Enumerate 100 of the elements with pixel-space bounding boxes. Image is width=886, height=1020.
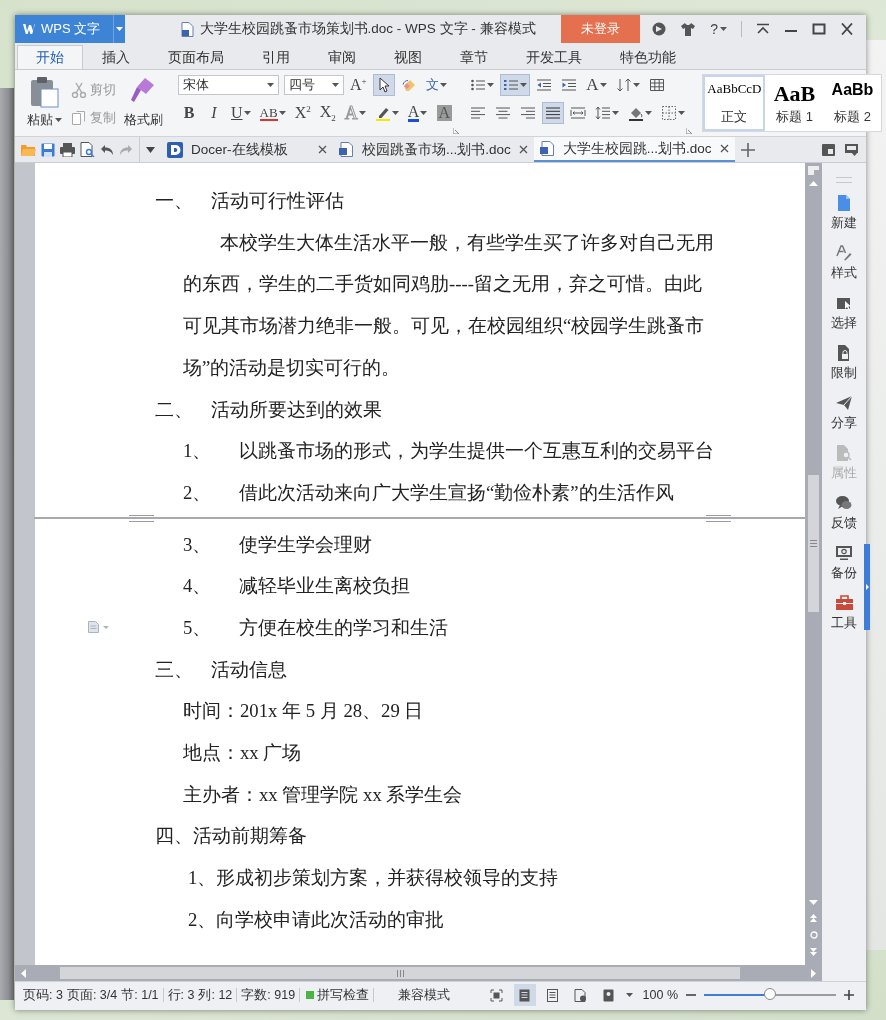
justify-button[interactable]: [542, 102, 565, 124]
dialog-launcher-icon[interactable]: [453, 128, 460, 134]
scrollbar-thumb[interactable]: [808, 475, 819, 612]
numbering-button[interactable]: [500, 74, 531, 96]
ribbon-tab[interactable]: 开发工具: [507, 45, 601, 69]
superscript-button[interactable]: X$^{2}$: [291, 102, 314, 124]
spell-check-button[interactable]: 拼写检查: [306, 986, 370, 1004]
paragraph-handle-icon[interactable]: [88, 620, 110, 633]
pen-icon: [835, 245, 853, 261]
shirt-icon[interactable]: [680, 22, 697, 36]
page-view-icon: [518, 988, 532, 1002]
phonetic-guide-button[interactable]: 文: [422, 74, 450, 96]
zoom-in-icon[interactable]: [844, 990, 854, 1000]
printer-icon[interactable]: [60, 142, 75, 157]
strikethrough-button[interactable]: AB: [256, 102, 289, 124]
caret-icon[interactable]: [632, 83, 640, 87]
caret-icon[interactable]: [243, 111, 251, 115]
caret-icon[interactable]: [332, 83, 339, 87]
ribbon-tab[interactable]: 插入: [83, 45, 149, 69]
tab-menu-icon[interactable]: [845, 143, 858, 156]
caret-icon[interactable]: [678, 111, 686, 115]
side-panel-button[interactable]: 反馈: [822, 495, 866, 545]
caret-icon[interactable]: [278, 111, 286, 115]
close-icon[interactable]: [518, 145, 528, 154]
caret-icon[interactable]: [116, 27, 123, 31]
caret-icon[interactable]: [520, 83, 528, 87]
subscript-button[interactable]: X$_{2}$: [316, 102, 339, 124]
document-tab[interactable]: 大学生校园跳...划书.doc: [533, 137, 735, 162]
caret-icon[interactable]: [612, 111, 620, 115]
ribbon-tab[interactable]: 章节: [441, 45, 507, 69]
font-color-button[interactable]: A: [404, 102, 431, 124]
side-panel-button[interactable]: 新建: [822, 195, 866, 245]
change-case-button[interactable]: A: [583, 74, 610, 96]
maximize-icon[interactable]: [812, 23, 826, 35]
selection-icon: [835, 295, 853, 311]
close-icon[interactable]: [840, 23, 854, 35]
caret-icon[interactable]: [358, 111, 366, 115]
italic-button[interactable]: I: [203, 102, 225, 124]
dialog-launcher-icon[interactable]: [686, 128, 693, 134]
section-heading: 活动可行性评估: [211, 189, 344, 213]
caret-icon[interactable]: [599, 83, 607, 87]
underline-button[interactable]: U: [228, 102, 254, 124]
style-preset[interactable]: AaB 标题 1: [765, 75, 824, 131]
document-tab[interactable]: Docer-在线模板: [161, 137, 333, 162]
style-preset[interactable]: AaBb 标题 2: [823, 75, 882, 131]
paper-plane-icon: [835, 395, 853, 411]
window-icon[interactable]: [822, 143, 835, 156]
select-button[interactable]: [372, 74, 395, 96]
print-preview-icon[interactable]: [80, 142, 95, 157]
style-preset[interactable]: AaBbCcD 正文: [703, 75, 766, 131]
font-name-field[interactable]: 宋体: [178, 75, 279, 95]
window-title: 大学生校园跳蚤市场策划书.doc - WPS 文字 - 兼容模式: [199, 20, 536, 38]
close-icon[interactable]: [719, 144, 729, 153]
font-size-field[interactable]: 四号: [284, 75, 344, 95]
slider-thumb[interactable]: [764, 988, 776, 1000]
panel-collapse-handle[interactable]: [864, 544, 870, 630]
caret-icon[interactable]: [720, 27, 727, 31]
scrollbar-thumb[interactable]: [60, 967, 740, 979]
caret-icon[interactable]: [420, 111, 428, 115]
caret-icon[interactable]: [391, 111, 399, 115]
view-mode-button[interactable]: [513, 984, 536, 1006]
caret-icon[interactable]: [487, 83, 495, 87]
panel-grip[interactable]: [836, 177, 852, 183]
clipboard-icon: [28, 76, 60, 108]
ribbon-tab[interactable]: 引用: [243, 45, 309, 69]
ribbon-tab[interactable]: 视图: [375, 45, 441, 69]
side-panel-button[interactable]: 工具: [822, 595, 866, 645]
caret-icon[interactable]: [54, 118, 62, 122]
side-panel-button[interactable]: 限制: [822, 345, 866, 395]
side-panel-button[interactable]: 样式: [822, 245, 866, 295]
grow-font-button[interactable]: A$^{+}$: [347, 74, 370, 96]
caret-icon[interactable]: [645, 111, 653, 115]
help-button[interactable]: ?: [710, 21, 727, 37]
paste-button[interactable]: 粘贴: [21, 74, 67, 136]
list-item-text: 使学生学会理财: [239, 532, 372, 557]
side-panel-button[interactable]: 分享: [822, 395, 866, 445]
collapse-ribbon-icon[interactable]: [756, 23, 770, 35]
caret-icon[interactable]: [146, 146, 155, 153]
plus-icon[interactable]: [740, 142, 755, 157]
caret-icon[interactable]: [439, 83, 447, 87]
close-icon[interactable]: [318, 145, 327, 154]
bullets-icon: [470, 77, 487, 93]
list-number: 4、: [183, 574, 213, 599]
caret-icon[interactable]: [625, 993, 633, 997]
ribbon-tab[interactable]: 页面布局: [149, 45, 243, 69]
list-item-text: 减轻毕业生离校负担: [239, 574, 410, 599]
indent-icon: [561, 77, 578, 93]
ribbon-tab[interactable]: 开始: [17, 45, 83, 69]
undo-icon[interactable]: [100, 143, 114, 156]
side-panel-button[interactable]: 选择: [822, 295, 866, 345]
ribbon-tab[interactable]: 特色功能: [601, 45, 695, 69]
document-tab[interactable]: 校园跳蚤市场...划书.doc: [333, 137, 534, 162]
save-icon[interactable]: [41, 142, 55, 157]
w-logo-icon: [23, 23, 35, 35]
list-number: 5、: [183, 615, 213, 640]
caret-icon[interactable]: [267, 83, 274, 87]
bold-button[interactable]: B: [178, 102, 200, 124]
list-number: 2、: [183, 480, 213, 505]
format-painter-button[interactable]: 格式刷: [120, 74, 166, 136]
ribbon-tab[interactable]: 审阅: [309, 45, 375, 69]
